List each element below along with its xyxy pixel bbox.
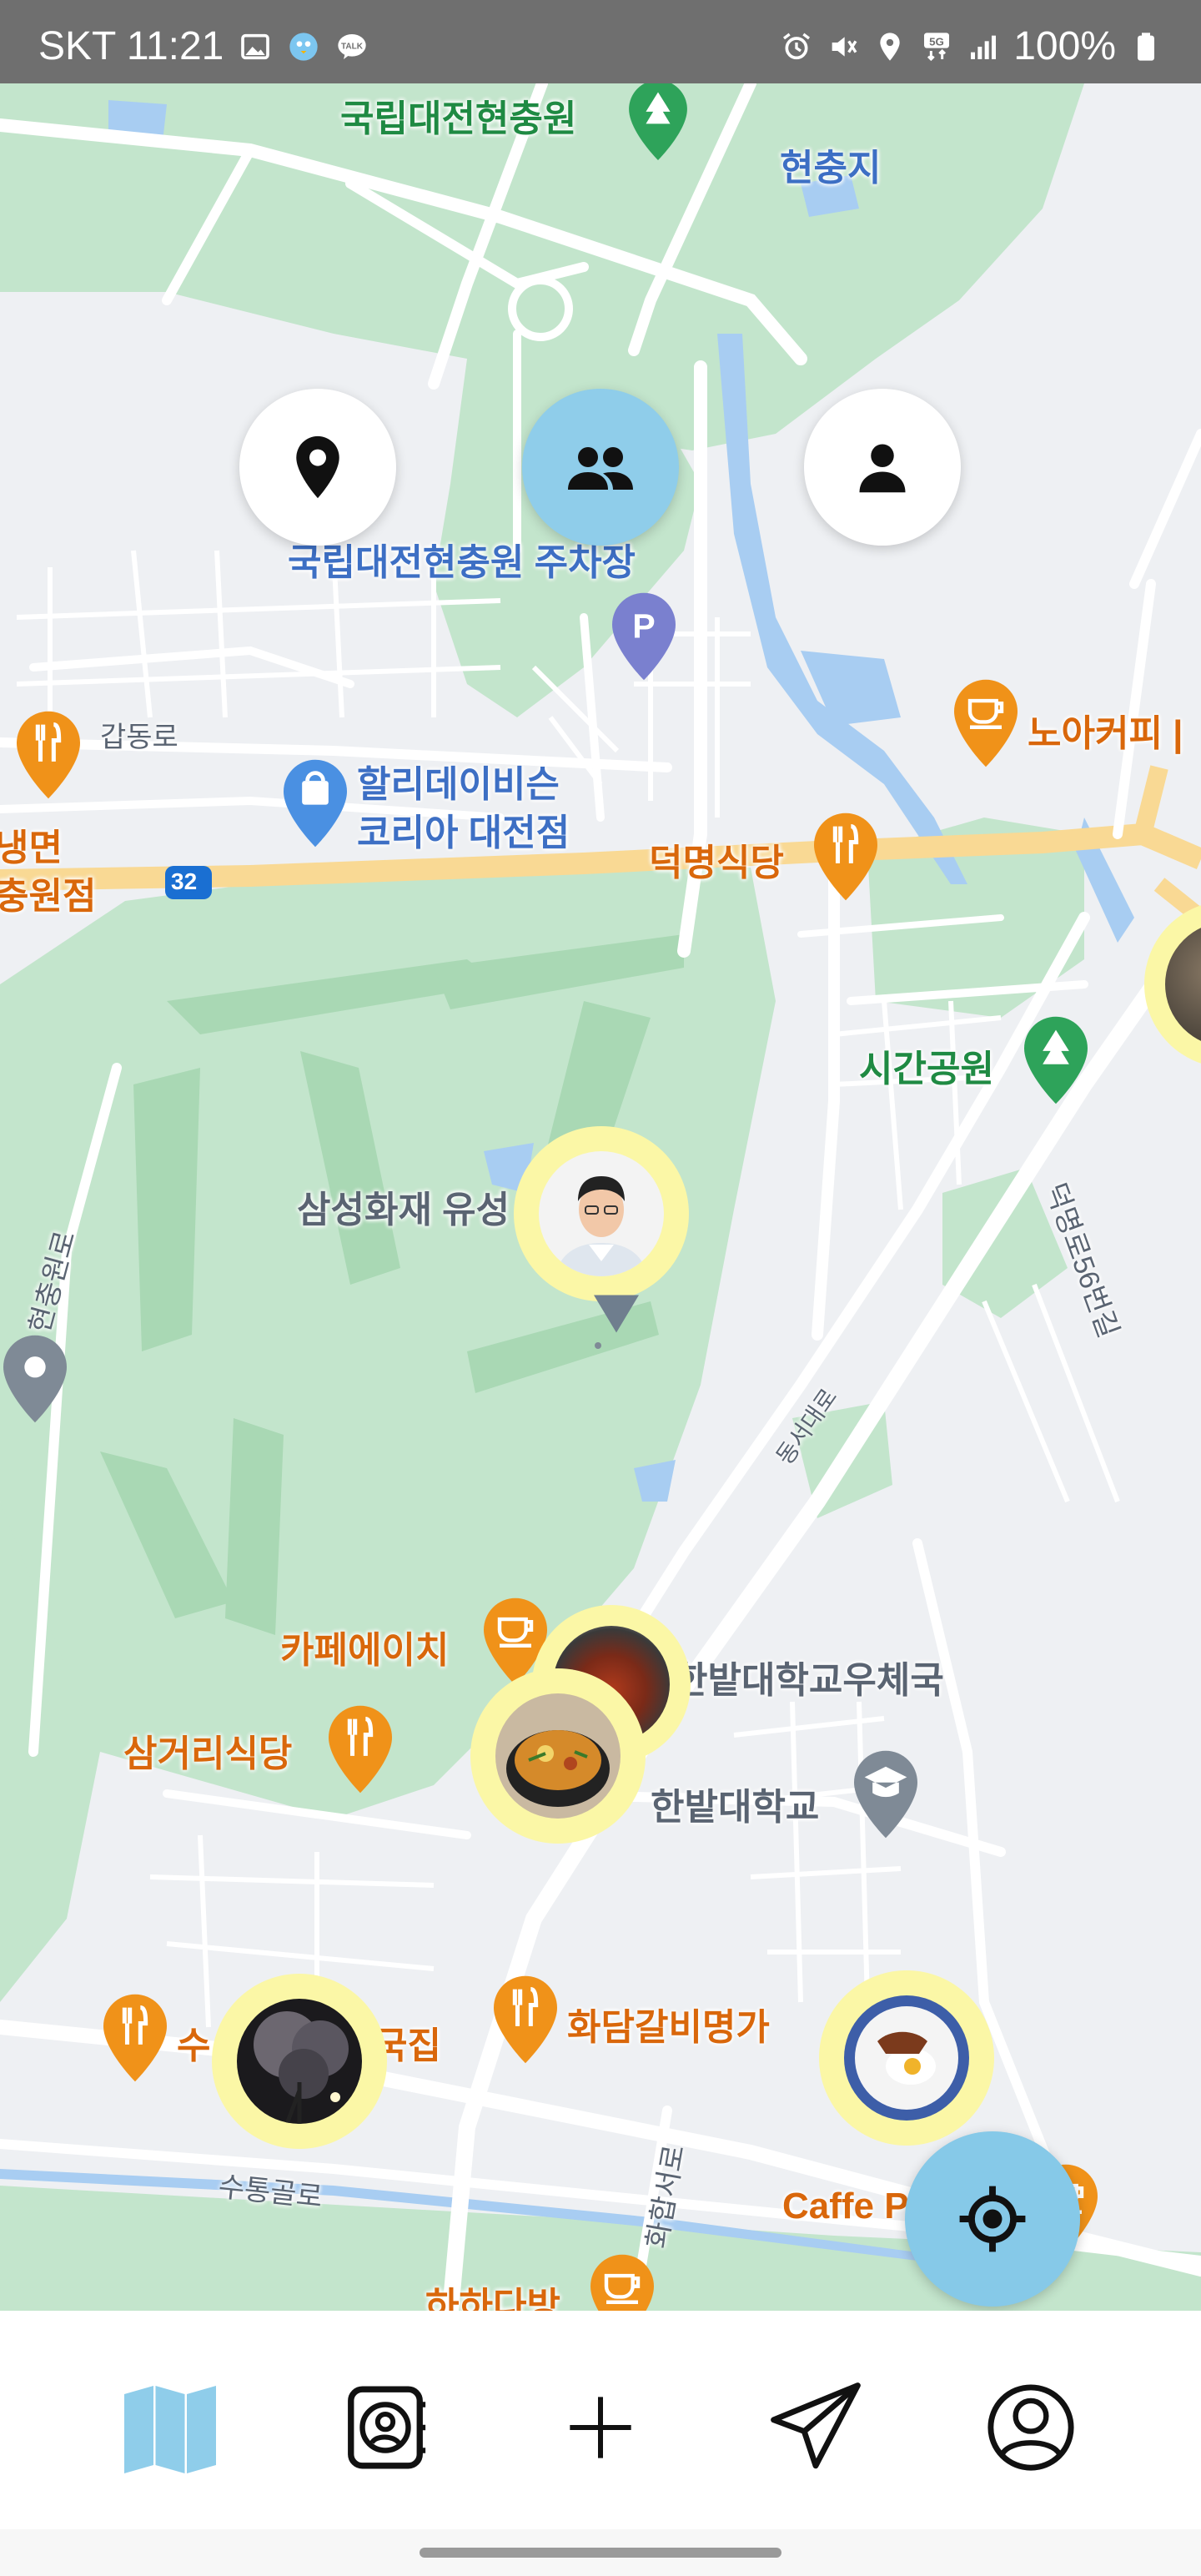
nav-contacts-button[interactable] <box>327 2369 444 2486</box>
map-label-deokmyeong: 덕명식당 <box>649 843 784 883</box>
map-label-hanbat-univ: 한밭대학교 <box>651 1787 820 1828</box>
stew-photo <box>495 1693 621 1819</box>
park-pin-icon[interactable] <box>629 83 687 160</box>
me-mode-button[interactable] <box>804 389 961 546</box>
group-icon <box>568 447 633 490</box>
map-label-hollys-line1: 할리데이비슨 <box>357 764 560 805</box>
map-label-noah-cafe: 노아커피 | <box>1028 713 1183 754</box>
plus-icon <box>570 2397 631 2458</box>
nav-add-button[interactable] <box>542 2369 659 2486</box>
restaurant-pin-icon[interactable] <box>17 711 80 799</box>
map-label-su-left: 수 <box>177 2025 211 2066</box>
university-pin-icon[interactable] <box>854 1750 917 1839</box>
parking-pin-icon[interactable]: P <box>612 592 676 681</box>
alarm-icon <box>783 33 811 59</box>
paper-plane-icon <box>771 2382 861 2469</box>
my-location-button[interactable] <box>905 2131 1080 2307</box>
shopping-pin-icon[interactable] <box>284 759 347 848</box>
kakaotalk-icon: TALK <box>338 33 367 59</box>
location-pin-icon <box>296 435 339 499</box>
friend-avatar <box>539 1151 664 1276</box>
signal-icon <box>971 35 997 59</box>
map-label-naengmyeon-line2: 충원점 <box>0 876 97 917</box>
places-mode-button[interactable] <box>239 389 396 546</box>
bottom-navigation <box>0 2311 1201 2529</box>
home-indicator[interactable] <box>420 2548 781 2558</box>
map-label-sigan-park: 시간공원 <box>859 1049 994 1089</box>
cafe-pin-icon[interactable] <box>590 2254 654 2311</box>
restaurant-pin-icon[interactable] <box>103 1994 167 2082</box>
friends-mode-button[interactable] <box>522 389 679 546</box>
map-label-cafe-h: 카페에이치 <box>280 1630 450 1671</box>
blossom-photo <box>237 1999 362 2124</box>
status-carrier-time: SKT 11:21 <box>38 24 224 68</box>
marker-dot <box>595 1342 601 1349</box>
route-32-shield: 32 <box>171 868 198 894</box>
map-label-hahadabang: 하하다방 <box>425 2286 560 2311</box>
profile-icon <box>987 2384 1074 2471</box>
location-status-icon <box>880 32 900 61</box>
photo-marker-blossom[interactable] <box>212 1974 387 2149</box>
map-icon <box>124 2386 216 2473</box>
photo-marker-stew[interactable] <box>470 1668 646 1844</box>
contact-book-icon <box>348 2386 426 2469</box>
map-label-samsung: 삼성화재 유성 <box>297 1190 510 1230</box>
person-icon <box>859 444 906 493</box>
nav-map-button[interactable] <box>112 2369 229 2486</box>
map-view[interactable]: 국립대전현충원 현충지 국립대전현충원 주차장 갑동로 할리데이비슨 코리아 대… <box>0 83 1201 2311</box>
battery-icon <box>1138 32 1154 61</box>
map-label-samgeori: 삼거리식당 <box>123 1733 293 1774</box>
friend-avatar-marker[interactable] <box>514 1126 689 1301</box>
status-bar: SKT 11:21 TALK 5G 100% <box>0 0 1201 83</box>
cafe-pin-icon[interactable] <box>954 679 1018 767</box>
5g-icon: 5G <box>924 32 950 61</box>
restaurant-pin-icon[interactable] <box>329 1705 392 1794</box>
mute-icon <box>832 36 857 57</box>
nav-profile-button[interactable] <box>972 2369 1089 2486</box>
map-label-hyeonchungji: 현충지 <box>780 148 882 189</box>
place-pin-icon[interactable] <box>3 1335 67 1423</box>
bird-app-icon <box>289 32 319 61</box>
avatar-pointer-icon <box>594 1295 639 1333</box>
map-label-gapdongro: 갑동로 <box>100 722 178 753</box>
crosshair-icon <box>959 2186 1026 2252</box>
svg-text:TALK: TALK <box>341 42 364 51</box>
battery-percent: 100% <box>1013 24 1116 68</box>
photo-marker-plate[interactable] <box>819 1970 994 2146</box>
map-label-hollys-line2: 코리아 대전점 <box>357 813 570 853</box>
restaurant-pin-icon[interactable] <box>494 1975 557 2064</box>
nav-share-button[interactable] <box>757 2369 874 2486</box>
map-label-cemetery: 국립대전현충원 <box>340 98 577 139</box>
restaurant-pin-icon[interactable] <box>814 813 877 901</box>
svg-text:P: P <box>632 607 655 646</box>
map-label-naengmyeon-line1: 냉면 <box>0 828 63 868</box>
gallery-icon <box>241 33 270 59</box>
map-label-hanbat-post: 한밭대학교우체국 <box>674 1660 944 1701</box>
map-label-hwadam: 화담갈비명가 <box>567 2007 770 2048</box>
gesture-bar <box>0 2529 1201 2576</box>
svg-text:5G: 5G <box>929 35 944 48</box>
park-pin-icon[interactable] <box>1024 1016 1088 1104</box>
plate-photo <box>844 1995 969 2121</box>
